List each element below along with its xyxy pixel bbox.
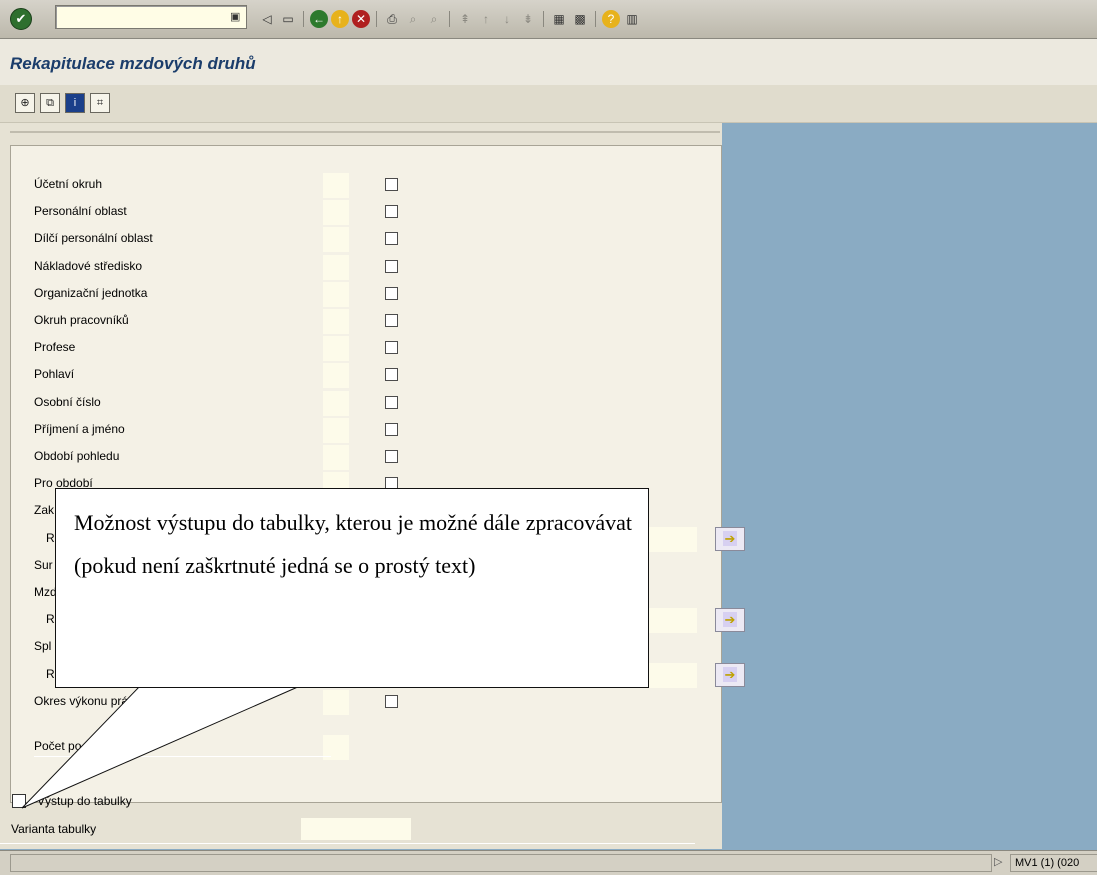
form-row-label: Okres výkonu prá — [34, 694, 129, 708]
output-to-table-checkbox[interactable] — [12, 794, 26, 808]
form-row-checkbox[interactable] — [385, 314, 398, 327]
form-row-field[interactable] — [323, 690, 349, 715]
form-row-field[interactable] — [323, 391, 349, 416]
form-row-label: Období pohledu — [34, 449, 120, 463]
page-title: Rekapitulace mzdových druhů — [10, 54, 256, 73]
arrow-right-icon[interactable]: ➔ — [715, 608, 745, 632]
form-row-checkbox[interactable] — [385, 695, 398, 708]
system-info[interactable]: MV1 (1) (020 — [1010, 854, 1097, 872]
form-row-label: Organizační jednotka — [34, 286, 148, 300]
form-row-checkbox[interactable] — [385, 260, 398, 273]
create-session-icon[interactable]: ▦ — [550, 10, 568, 28]
back-icon[interactable]: ← — [310, 10, 328, 28]
command-field-menu-icon[interactable]: ▣ — [230, 10, 240, 23]
last-page-icon: ⇟ — [522, 12, 534, 26]
form-row-field[interactable] — [323, 255, 349, 280]
get-variant-icon[interactable]: ⧉ — [40, 93, 60, 113]
form-row-label: Pohlaví — [34, 367, 75, 381]
toolbar-separator — [543, 11, 544, 27]
arrow-right-icon[interactable]: ➔ — [715, 663, 745, 687]
save-icon[interactable]: ▭ — [279, 10, 297, 28]
next-page-icon: ↓ — [504, 12, 510, 26]
form-row-label: Příjmení a jméno — [34, 422, 125, 436]
help-icon[interactable]: ? — [602, 10, 620, 28]
shortcut-icon[interactable]: ▩ — [571, 10, 589, 28]
print-icon[interactable]: ⎙ — [383, 10, 401, 28]
status-message — [10, 854, 992, 872]
form-row-field[interactable] — [323, 418, 349, 443]
form-row-checkbox[interactable] — [385, 287, 398, 300]
system-toolbar: ✔ ▣ ◁ ▭ ← ↑ ✕ ⎙ ⌕ ⌕ ⇞ ↑ ↓ ⇟ ▦ ▩ ? ▥ — [0, 0, 1097, 39]
ok-icon[interactable]: ✔ — [10, 8, 32, 30]
form-row-label: Mzd — [34, 585, 57, 599]
count-underline — [34, 756, 331, 757]
form-row-field[interactable] — [323, 282, 349, 307]
first-page-icon: ⇞ — [459, 12, 471, 26]
previous-page-icon: ↑ — [483, 12, 489, 26]
form-row-checkbox[interactable] — [385, 396, 398, 409]
find-icon: ⌕ — [409, 11, 417, 26]
table-variant-label: Varianta tabulky — [11, 822, 97, 836]
system-toolbar-icons: ◁ ▭ ← ↑ ✕ ⎙ ⌕ ⌕ ⇞ ↑ ↓ ⇟ ▦ ▩ ? ▥ — [258, 8, 644, 30]
form-row-field[interactable] — [323, 173, 349, 198]
form-row-checkbox[interactable] — [385, 341, 398, 354]
callout-text: Možnost výstupu do tabulky, kterou je mo… — [74, 510, 632, 578]
form-row-label: Personální oblast — [34, 204, 127, 218]
table-variant-field[interactable] — [301, 818, 411, 840]
form-row-checkbox[interactable] — [385, 368, 398, 381]
toolbar-separator — [376, 11, 377, 27]
form-row-field[interactable] — [323, 363, 349, 388]
layout-icon[interactable]: ▥ — [623, 10, 641, 28]
form-row-checkbox[interactable] — [385, 232, 398, 245]
form-row-field[interactable] — [323, 309, 349, 334]
form-row-label: Profese — [34, 340, 76, 354]
command-field[interactable] — [55, 5, 247, 29]
status-bar: ▷ MV1 (1) (020 — [0, 850, 1097, 875]
form-row-label: Zak — [34, 503, 55, 517]
callout-box: Možnost výstupu do tabulky, kterou je mo… — [55, 488, 649, 688]
form-row-label: Dílčí personální oblast — [34, 231, 153, 245]
form-row-label: Okruh pracovníků — [34, 313, 129, 327]
find-next-icon: ⌕ — [430, 11, 438, 26]
form-row-label: Účetní okruh — [34, 177, 103, 191]
title-bar: Rekapitulace mzdových druhů — [0, 39, 1097, 85]
execute-icon[interactable]: ⊕ — [15, 93, 35, 113]
form-row-field[interactable] — [323, 445, 349, 470]
frame-top-strip — [10, 123, 720, 133]
arrow-right-icon[interactable]: ➔ — [715, 527, 745, 551]
variant-underline — [0, 843, 695, 844]
toolbar-separator — [303, 11, 304, 27]
form-row-label: Sur — [34, 558, 53, 572]
selection-screen: Účetní okruh Personální oblast Dílčí perso… — [0, 123, 745, 849]
toolbar-separator — [449, 11, 450, 27]
output-to-table-label: Výstup do tabulky — [37, 794, 132, 808]
application-toolbar: ⊕ ⧉ i ⌗ — [0, 85, 1097, 123]
exit-icon[interactable]: ↑ — [331, 10, 349, 28]
form-row-label: Osobní číslo — [34, 395, 101, 409]
info-icon[interactable]: i — [65, 93, 85, 113]
form-row-checkbox[interactable] — [385, 205, 398, 218]
status-expand-icon[interactable]: ▷ — [994, 855, 1002, 868]
form-row-field[interactable] — [323, 227, 349, 252]
cancel-icon[interactable]: ✕ — [352, 10, 370, 28]
back-arrow-icon[interactable]: ◁ — [258, 10, 276, 28]
form-row-label: Nákladové středisko — [34, 259, 143, 273]
form-row-field[interactable] — [323, 200, 349, 225]
form-row-label: Spl — [34, 639, 52, 653]
count-label: Počet po — [34, 739, 82, 753]
output-options-frame: Účetní okruh Personální oblast Dílčí perso… — [10, 145, 745, 803]
form-row-checkbox[interactable] — [385, 450, 398, 463]
form-row-field[interactable] — [323, 336, 349, 361]
toolbar-separator — [595, 11, 596, 27]
selection-options-icon[interactable]: ⌗ — [90, 93, 110, 113]
form-row-checkbox[interactable] — [385, 423, 398, 436]
form-row-checkbox[interactable] — [385, 178, 398, 191]
